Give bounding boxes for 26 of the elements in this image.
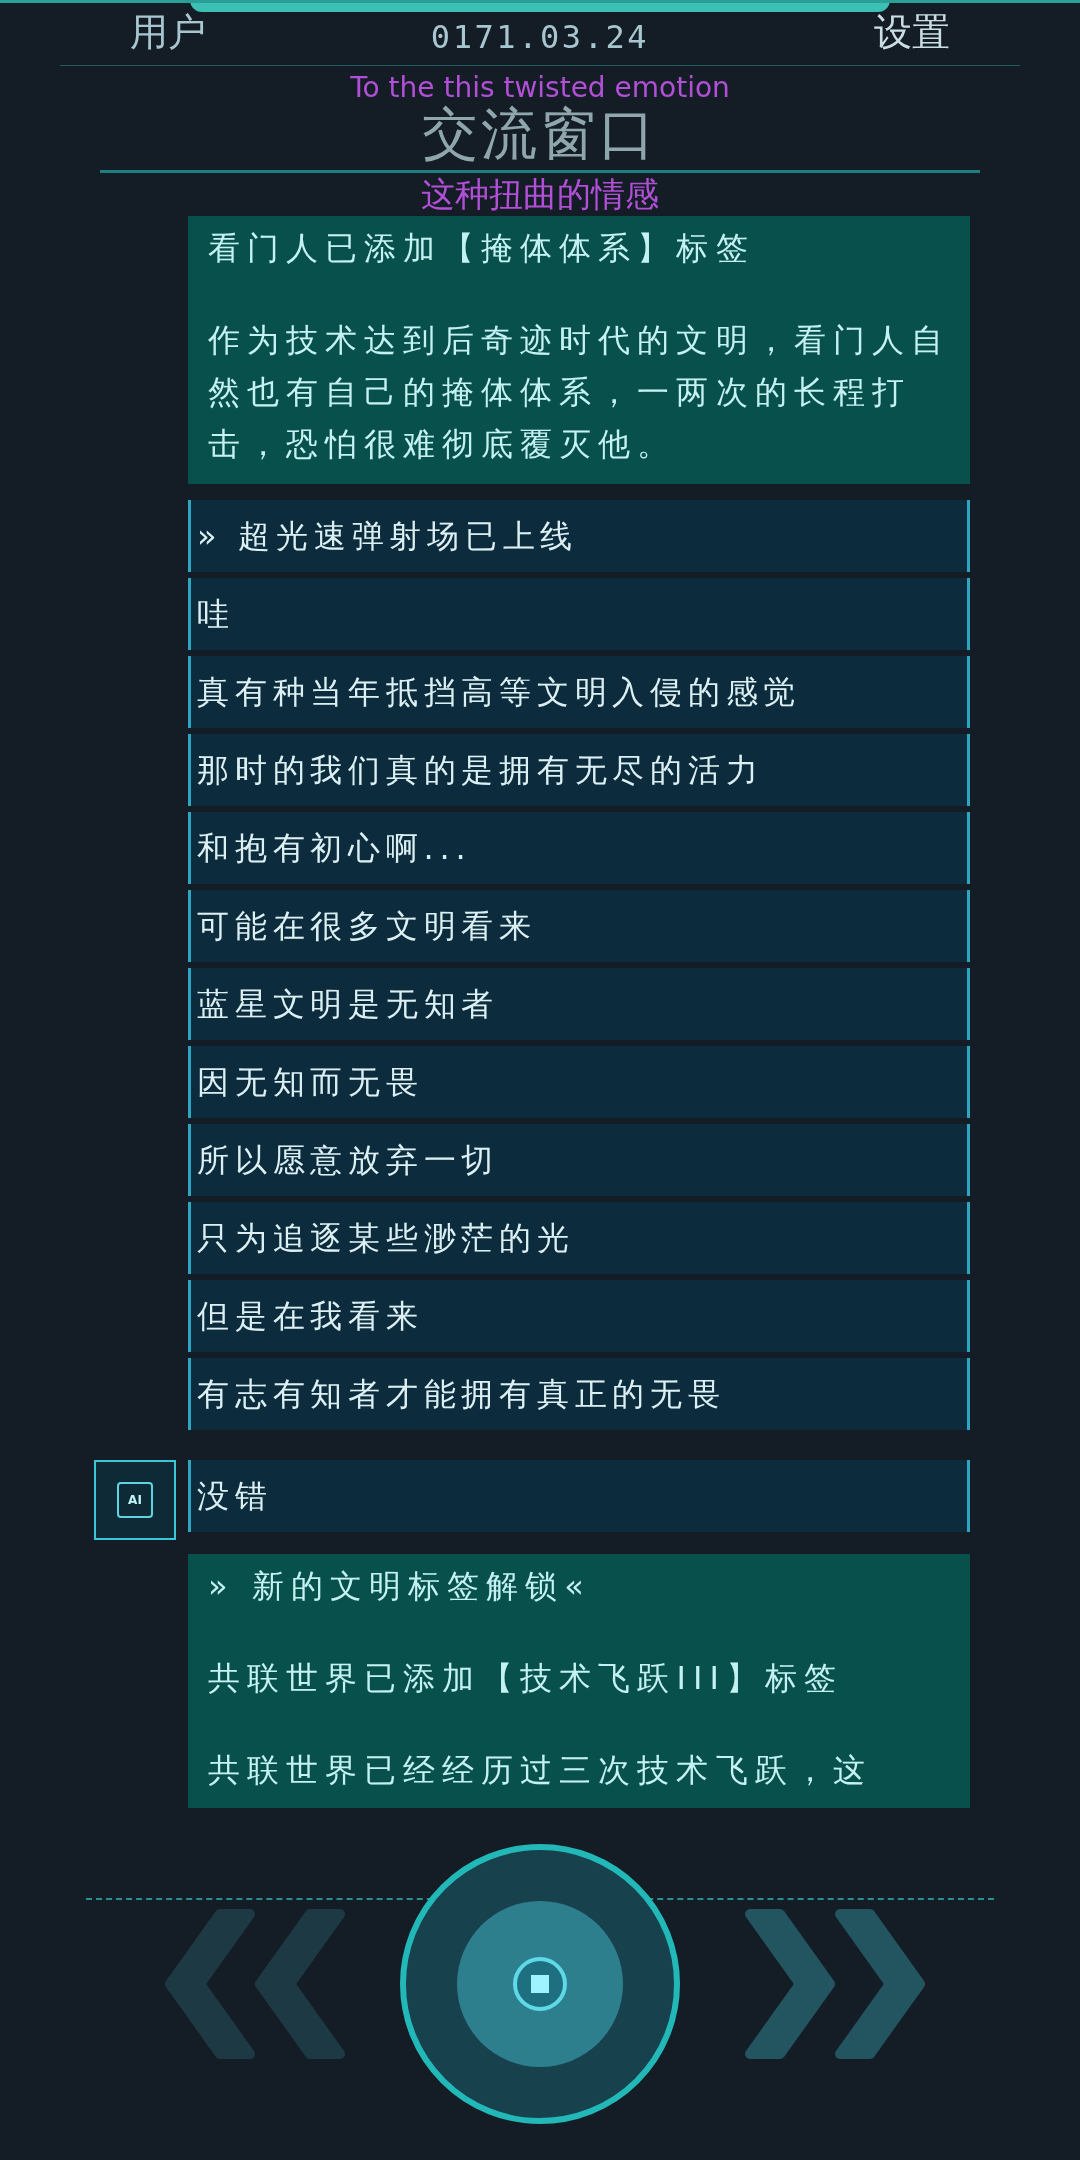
message-text: 没错	[197, 1476, 273, 1517]
message-text: 只为追逐某些渺茫的光	[197, 1218, 575, 1259]
message-text: 可能在很多文明看来	[197, 906, 537, 947]
message-text: 但是在我看来	[197, 1296, 424, 1337]
subtitle-chinese: 这种扭曲的情感	[421, 174, 659, 214]
ai-label: AI	[128, 1492, 142, 1509]
message-text: 看门人已添加【掩体体系】标签	[208, 228, 756, 269]
message-text: 蓝星文明是无知者	[197, 984, 500, 1025]
message-text: 有志有知者才能拥有真正的无畏	[197, 1374, 726, 1415]
message-text: » 新的文明标签解锁«	[208, 1566, 592, 1607]
message-text: 哇	[197, 594, 235, 635]
message-text: 所以愿意放弃一切	[197, 1140, 500, 1181]
user-button[interactable]: 用户	[130, 4, 206, 61]
message-text: 那时的我们真的是拥有无尽的活力	[197, 750, 764, 791]
message-text: 共联世界已添加【技术飞跃III】标签	[208, 1658, 845, 1699]
message-text: 共联世界已经经历过三次技术飞跃，这	[208, 1750, 873, 1791]
window-title: 交流窗口	[422, 106, 658, 162]
message-text: 作为技术达到后奇迹时代的文明，看门人自然也有自己的掩体体系，一两次的长程打击，恐怕很难彻底覆灭他。	[208, 320, 950, 465]
message-text: 因无知而无畏	[197, 1062, 424, 1103]
stop-icon	[531, 1975, 549, 1993]
message-text: » 超光速弹射场已上线	[197, 516, 579, 557]
message-text: 真有种当年抵挡高等文明入侵的感觉	[197, 672, 802, 713]
date-text: 0171.03.24	[430, 17, 650, 58]
message-text: 和抱有初心啊...	[197, 828, 472, 869]
settings-button[interactable]: 设置	[874, 4, 950, 61]
subtitle-english: To the this twisted emotion	[350, 70, 730, 105]
